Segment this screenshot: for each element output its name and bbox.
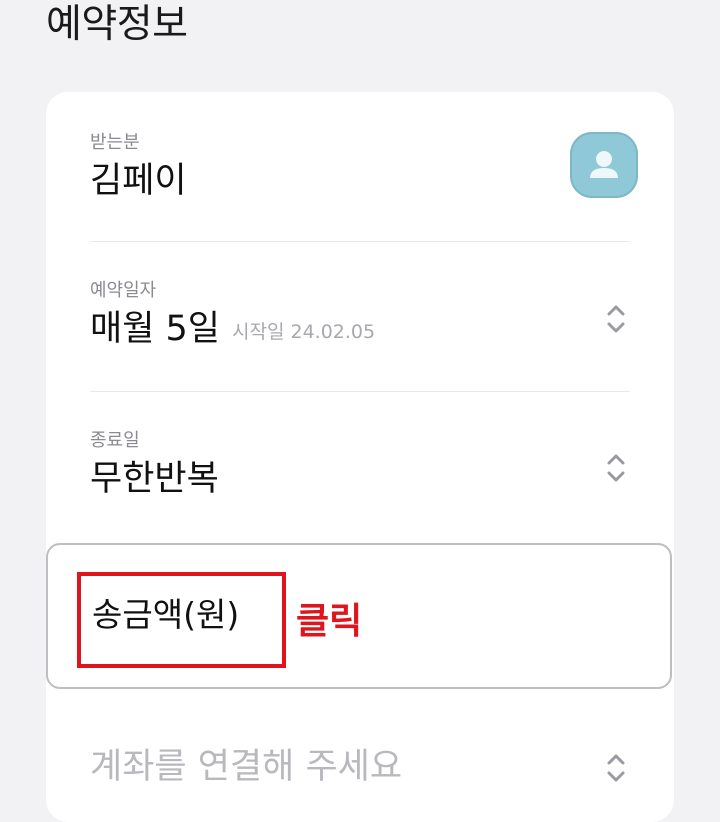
account-select[interactable]: 계좌를 연결해 주세요 [90, 746, 402, 788]
reservation-date-row[interactable]: 예약일자 매월 5일 시작일 24.02.05 [46, 242, 674, 392]
chevron-up-down-icon[interactable] [604, 302, 628, 336]
reservation-date-main: 매월 5일 [90, 309, 220, 349]
person-icon [590, 151, 618, 178]
reservation-date-value: 매월 5일 시작일 24.02.05 [90, 308, 375, 353]
chevron-up-down-icon[interactable] [604, 451, 628, 485]
end-date-label: 종료일 [90, 430, 140, 451]
page-title: 예약정보 [46, 2, 188, 47]
reservation-date-label: 예약일자 [90, 280, 157, 301]
end-date-value: 무한반복 [90, 459, 219, 499]
recipient-label: 받는분 [90, 132, 140, 153]
avatar[interactable] [570, 132, 638, 198]
click-annotation: 클릭 [296, 601, 363, 642]
recipient-row[interactable]: 받는분 김페이 [46, 92, 674, 242]
recipient-value: 김페이 [90, 161, 187, 201]
chevron-up-down-icon[interactable] [604, 751, 628, 785]
amount-label: 송금액(원) [92, 595, 240, 634]
reservation-card: 받는분 김페이 예약일자 매월 5일 시작일 24.02.05 종료일 무한반복 [46, 92, 674, 822]
start-date-text: 시작일 24.02.05 [232, 321, 376, 343]
end-date-row[interactable]: 종료일 무한반복 [46, 392, 674, 542]
